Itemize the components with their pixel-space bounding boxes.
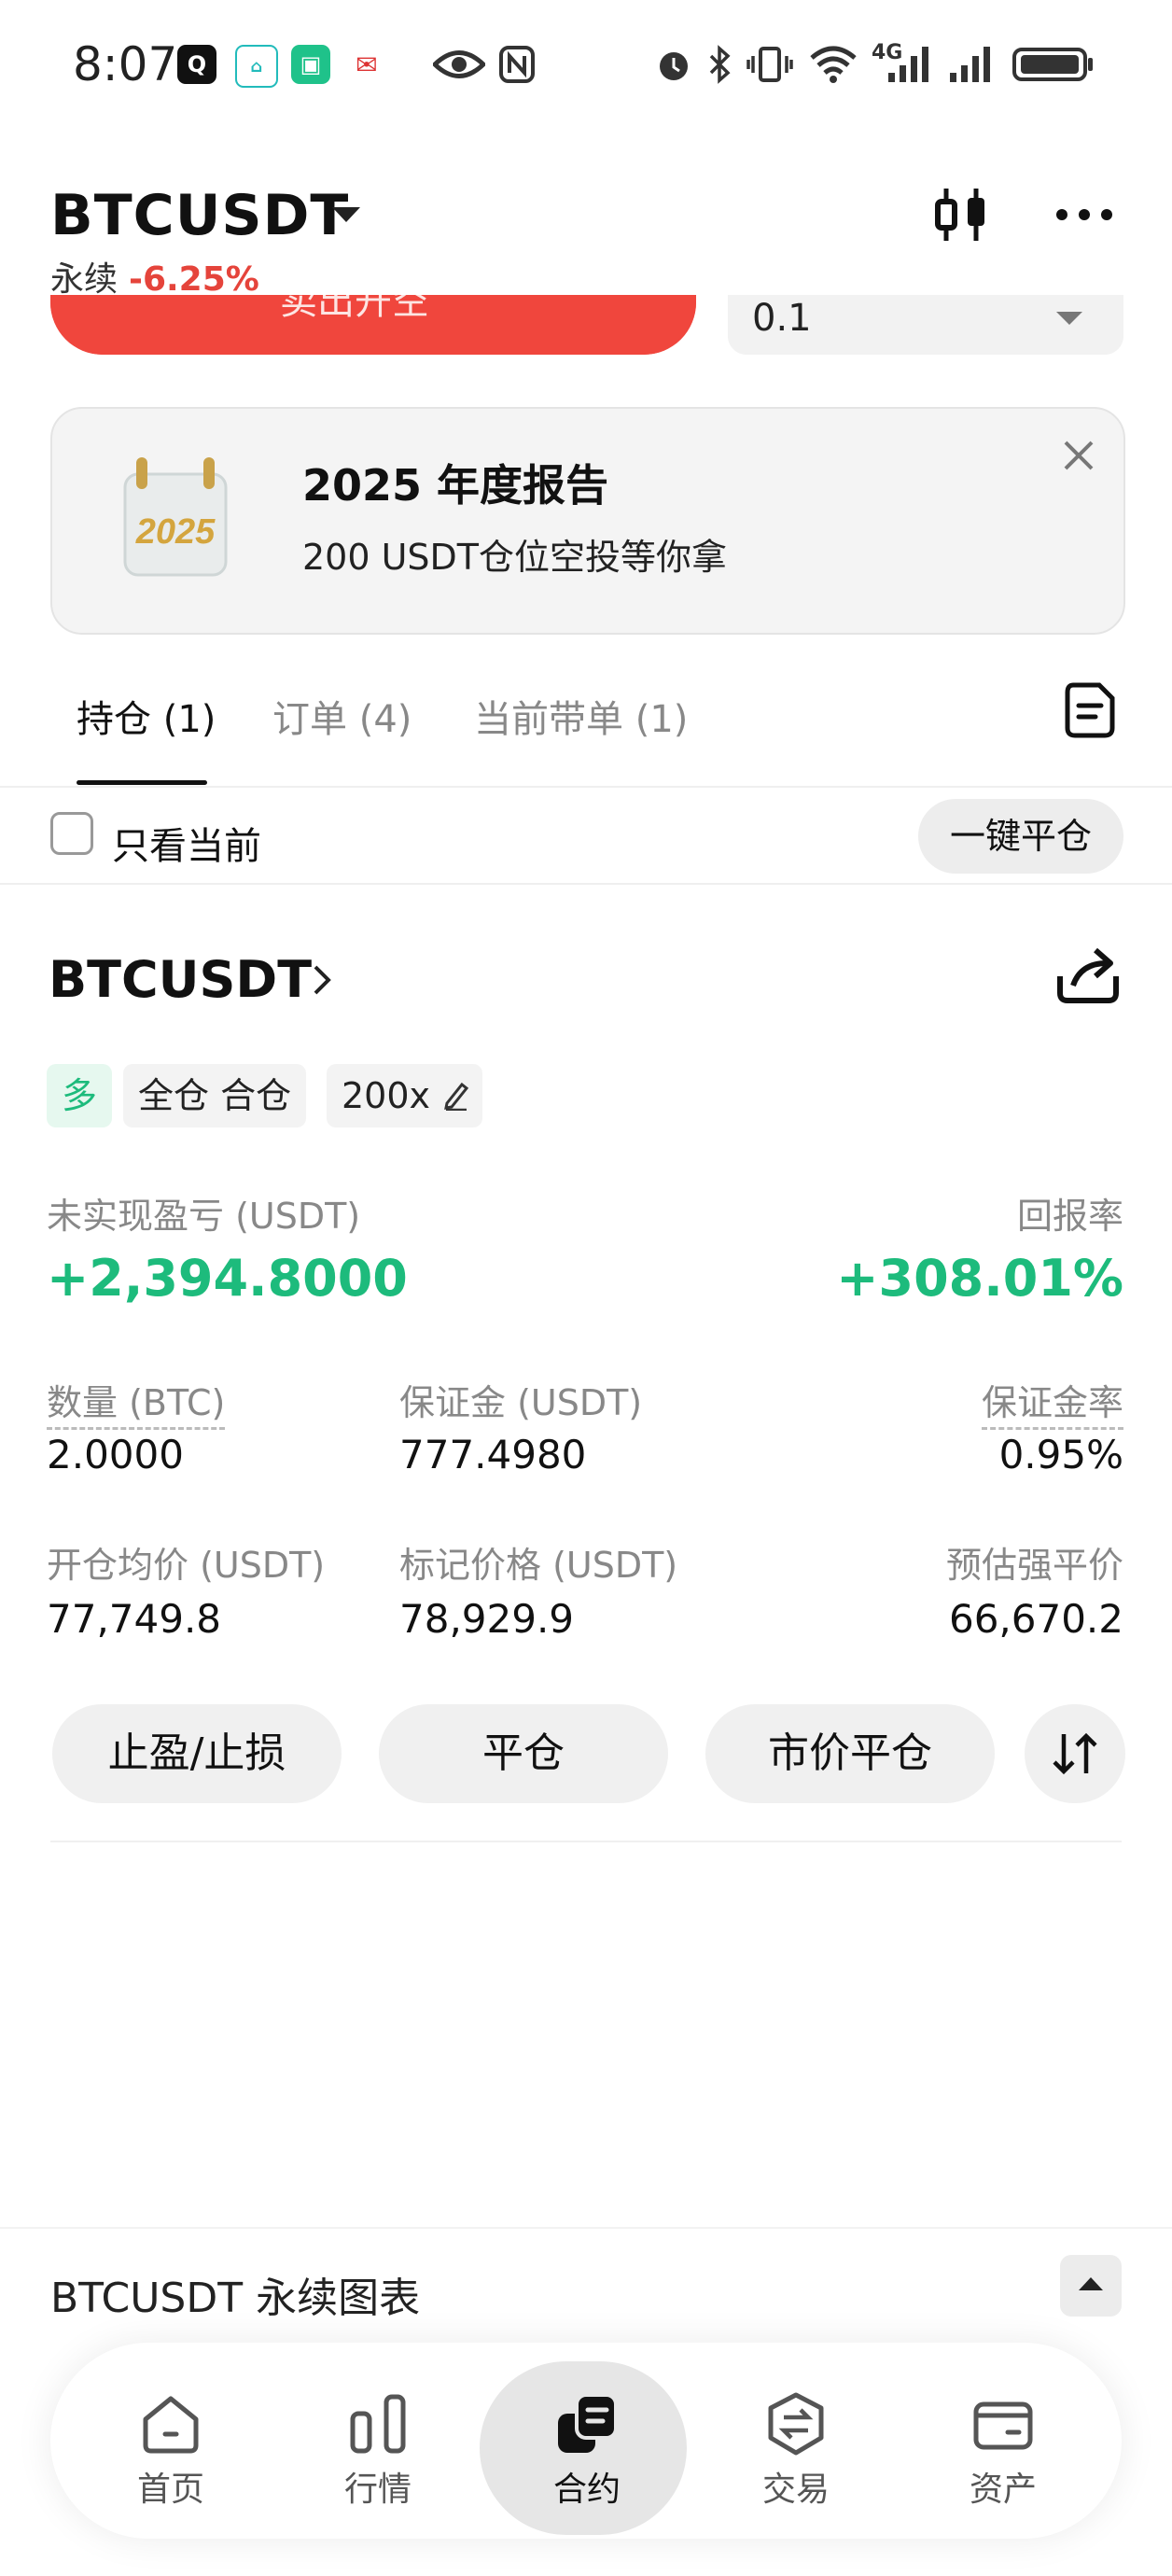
card-divider: [50, 1841, 1122, 1842]
leverage-tag[interactable]: 200x: [327, 1064, 483, 1127]
margin-rate-label[interactable]: 保证金率: [981, 1374, 1123, 1430]
nav-item-trade[interactable]: 交易: [698, 2343, 894, 2539]
close-position-button[interactable]: 平仓: [379, 1704, 668, 1803]
margin-rate-value: 0.95%: [998, 1432, 1123, 1477]
tp-sl-button[interactable]: 止盈/止损: [52, 1704, 342, 1803]
chart-bar-label[interactable]: BTCUSDT 永续图表: [50, 2264, 420, 2324]
nav-label-trade: 交易: [761, 2471, 830, 2509]
entry-price-label: 开仓均价 (USDT): [47, 1545, 326, 1586]
chevron-right-icon[interactable]: [308, 961, 336, 999]
reverse-position-button[interactable]: [1025, 1704, 1125, 1803]
alarm-icon: [660, 52, 688, 80]
nav-item-futures[interactable]: 合约: [480, 2343, 687, 2539]
mi-app-notification-icon: ▣: [291, 45, 330, 84]
eye-icon: [433, 50, 485, 78]
pair-dropdown-icon[interactable]: [332, 207, 360, 222]
vibrate-icon: [746, 47, 793, 82]
only-current-label[interactable]: 只看当前: [112, 816, 261, 870]
pnl-value: +2,394.8000: [47, 1249, 408, 1308]
price-change-front: -6.25%: [129, 260, 259, 299]
position-symbol[interactable]: BTCUSDT: [49, 950, 312, 1009]
app-notification-icon: Q: [177, 45, 216, 84]
market-close-button[interactable]: 市价平仓: [705, 1704, 995, 1803]
tab-orders[interactable]: 订单 (4): [272, 689, 412, 743]
wallet-icon: [973, 2401, 1033, 2450]
status-time: 8:07: [73, 37, 178, 91]
roi-label: 回报率: [1016, 1196, 1123, 1237]
pair-title[interactable]: BTCUSDT: [50, 183, 349, 248]
home-app-notification-icon: ⌂: [235, 45, 278, 88]
nav-label-futures: 合约: [552, 2471, 621, 2509]
signal-icon-2: [950, 47, 990, 82]
quantity-label[interactable]: 数量 (BTC): [47, 1374, 226, 1430]
share-icon[interactable]: [1053, 943, 1123, 1006]
edit-pencil-icon: [444, 1082, 469, 1111]
mark-price-label: 标记价格 (USDT): [399, 1545, 678, 1586]
candlestick-chart-icon[interactable]: [933, 185, 989, 245]
roi-value: +308.01%: [836, 1249, 1123, 1308]
swap-arrows-icon: [1053, 1732, 1097, 1775]
entry-price-value: 77,749.8: [47, 1596, 222, 1642]
home-icon: [143, 2396, 199, 2454]
contract-type-front: 永续: [50, 260, 119, 299]
calendar-year-text: 2025: [135, 512, 216, 552]
contract-subtitle-front: 永续 -6.25%: [50, 252, 259, 301]
leverage-value: 200x: [342, 1075, 431, 1116]
quantity-value: 2.0000: [47, 1432, 184, 1477]
banner-subtitle: 200 USDT仓位空投等你拿: [302, 537, 728, 578]
battery-icon: [1012, 48, 1093, 81]
nav-label-assets: 资产: [969, 2471, 1037, 2509]
filter-divider: [0, 883, 1172, 885]
nav-label-home: 首页: [136, 2471, 204, 2509]
nav-item-home[interactable]: 首页: [73, 2343, 269, 2539]
side-tag: 多: [47, 1064, 113, 1127]
nav-item-market[interactable]: 行情: [280, 2343, 476, 2539]
liq-price-label: 预估强平价: [945, 1545, 1123, 1586]
annual-report-banner[interactable]: 2025 2025 年度报告 200 USDT仓位空投等你拿: [50, 407, 1125, 635]
nfc-icon: [499, 46, 535, 83]
banner-title: 2025 年度报告: [302, 460, 609, 511]
close-all-button[interactable]: 一键平仓: [918, 799, 1123, 874]
futures-icon: [558, 2393, 618, 2453]
liq-price-value: 66,670.2: [948, 1596, 1123, 1642]
nav-item-assets[interactable]: 资产: [905, 2343, 1101, 2539]
chart-bar-divider: [0, 2227, 1172, 2229]
mail-notification-icon: ✉: [347, 45, 386, 84]
nav-label-market: 行情: [343, 2471, 412, 2509]
tabs-divider: [0, 786, 1172, 788]
calendar-2025-icon: 2025: [123, 457, 228, 577]
market-bars-icon: [350, 2394, 406, 2454]
exchange-icon: [768, 2392, 824, 2456]
bluetooth-icon: [709, 45, 731, 84]
mark-price-value: 78,929.9: [399, 1596, 575, 1642]
tab-copy-trading[interactable]: 当前带单 (1): [474, 689, 688, 743]
close-icon[interactable]: [1060, 437, 1097, 474]
chart-expand-button[interactable]: [1060, 2255, 1122, 2317]
more-options-icon[interactable]: [1054, 203, 1114, 226]
margin-value: 777.4980: [399, 1432, 587, 1477]
tab-positions[interactable]: 持仓 (1): [77, 689, 216, 743]
chevron-up-icon: [1079, 2277, 1103, 2290]
active-tab-indicator: [77, 780, 207, 785]
quantity-value-visible: 0.1: [752, 297, 812, 340]
only-current-checkbox[interactable]: [50, 812, 93, 855]
signal-icon: [888, 47, 928, 82]
quantity-dropdown-icon[interactable]: [1056, 312, 1082, 325]
bottom-navigation: 首页 行情 合约 交易 资产: [50, 2343, 1122, 2539]
pnl-label: 未实现盈亏 (USDT): [47, 1196, 361, 1237]
order-history-icon[interactable]: [1064, 681, 1116, 739]
margin-label: 保证金 (USDT): [399, 1382, 643, 1423]
wifi-icon: [810, 46, 857, 83]
margin-mode-tag[interactable]: 全仓 合仓: [123, 1064, 307, 1127]
